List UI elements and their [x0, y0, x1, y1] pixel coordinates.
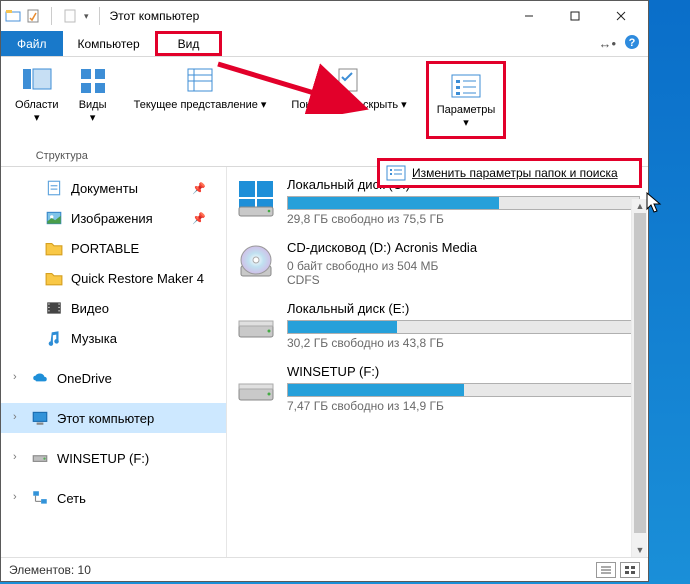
drive-name: WINSETUP (F:): [287, 364, 640, 379]
pin-ribbon-icon[interactable]: ↔•: [598, 36, 616, 51]
tree-images[interactable]: Изображения📌: [1, 203, 226, 233]
menu-view[interactable]: Вид: [155, 31, 223, 56]
tree-video[interactable]: Видео: [1, 293, 226, 323]
separator: [51, 7, 52, 25]
statusbar: Элементов: 10: [1, 557, 648, 581]
status-elements: Элементов: 10: [9, 563, 91, 577]
music-icon: [45, 329, 63, 347]
hdd-icon: [235, 177, 277, 219]
window-title: Этот компьютер: [110, 9, 200, 23]
options-dropdown-label: Изменить параметры папок и поиска: [412, 166, 618, 180]
tree-qrm[interactable]: Quick Restore Maker 4: [1, 263, 226, 293]
ribbon-options[interactable]: Параметры▾: [431, 66, 502, 134]
properties-icon[interactable]: [25, 8, 41, 24]
qat-dropdown-icon[interactable]: ▾: [84, 11, 89, 22]
menu-right-controls: ↔• ?: [598, 31, 648, 56]
onedrive-icon: [31, 369, 49, 387]
drive-free-text: 7,47 ГБ свободно из 14,9 ГБ: [287, 399, 640, 413]
drive-usage-bar: [287, 320, 640, 334]
drive-e[interactable]: Локальный диск (E:) 30,2 ГБ свободно из …: [235, 301, 640, 350]
tree-portable[interactable]: PORTABLE: [1, 233, 226, 263]
menubar: Файл Компьютер Вид ↔• ?: [1, 31, 648, 57]
drive-f[interactable]: WINSETUP (F:) 7,47 ГБ свободно из 14,9 Г…: [235, 364, 640, 413]
chevron-right-icon[interactable]: ›: [13, 451, 17, 463]
details-view-icon[interactable]: [596, 562, 616, 578]
chevron-right-icon[interactable]: ›: [13, 371, 17, 383]
titlebar: ▾ Этот компьютер: [1, 1, 648, 31]
video-icon: [45, 299, 63, 317]
chevron-right-icon[interactable]: ›: [13, 491, 17, 503]
hdd-icon: [235, 301, 277, 343]
drive-fs-text: CDFS: [287, 273, 640, 287]
tree-music[interactable]: Музыка: [1, 323, 226, 353]
help-icon[interactable]: ?: [624, 34, 640, 53]
close-button[interactable]: [598, 2, 644, 30]
network-icon: [31, 489, 49, 507]
tree-onedrive[interactable]: › OneDrive: [1, 363, 226, 393]
drive-icon: [31, 449, 49, 467]
drive-usage-bar: [287, 196, 640, 210]
body-area: Документы📌 Изображения📌 PORTABLE Quick R…: [1, 167, 648, 557]
current-view-icon: [184, 65, 216, 97]
separator: [99, 7, 100, 25]
tree-documents[interactable]: Документы📌: [1, 173, 226, 203]
images-icon: [45, 209, 63, 227]
ribbon-group-structure: Структура: [9, 150, 115, 166]
pin-icon: 📌: [192, 182, 206, 195]
cd-icon: [235, 240, 277, 282]
drive-d[interactable]: CD-дисковод (D:) Acronis Media 0 байт св…: [235, 240, 640, 287]
tree-network[interactable]: › Сеть: [1, 483, 226, 513]
thispc-icon: [31, 409, 49, 427]
folder-small-icon: [62, 8, 78, 24]
content-scrollbar[interactable]: ▲ ▼: [631, 199, 647, 557]
tree-thispc[interactable]: › Этот компьютер: [1, 403, 226, 433]
views-icon: [77, 65, 109, 97]
show-hide-icon: [333, 65, 365, 97]
ribbon-current-view[interactable]: Текущее представление ▾: [128, 61, 273, 116]
ribbon-show-hide[interactable]: Показать или скрыть ▾: [285, 61, 412, 116]
drive-usage-bar: [287, 383, 640, 397]
drive-name: CD-дисковод (D:) Acronis Media: [287, 240, 640, 255]
status-view-icons: [596, 562, 640, 578]
tree-winsetup[interactable]: › WINSETUP (F:): [1, 443, 226, 473]
nav-tree: Документы📌 Изображения📌 PORTABLE Quick R…: [1, 167, 227, 557]
minimize-button[interactable]: [506, 2, 552, 30]
content-pane: Локальный диск (C:) 29,8 ГБ свободно из …: [227, 167, 648, 557]
chevron-right-icon[interactable]: ›: [13, 411, 17, 423]
drive-name: Локальный диск (E:): [287, 301, 640, 316]
app-icon: [5, 8, 21, 24]
quick-access-toolbar: ▾: [5, 7, 106, 25]
large-icons-view-icon[interactable]: [620, 562, 640, 578]
ribbon-panes[interactable]: Области▾: [9, 61, 65, 129]
pin-icon: 📌: [192, 212, 206, 225]
drive-free-text: 0 байт свободно из 504 МБ: [287, 259, 640, 273]
maximize-button[interactable]: [552, 2, 598, 30]
explorer-window: ▾ Этот компьютер Файл Компьютер Вид ↔• ?: [0, 0, 649, 582]
menu-file[interactable]: Файл: [1, 31, 63, 56]
folder-icon: [45, 269, 63, 287]
drive-free-text: 29,8 ГБ свободно из 75,5 ГБ: [287, 212, 640, 226]
panes-icon: [21, 65, 53, 97]
svg-text:?: ?: [629, 37, 636, 49]
menu-computer[interactable]: Компьютер: [63, 31, 155, 56]
hdd-icon: [235, 364, 277, 406]
folder-icon: [45, 239, 63, 257]
options-icon: [450, 70, 482, 102]
options-small-icon: [386, 165, 406, 181]
documents-icon: [45, 179, 63, 197]
window-controls: [506, 2, 644, 30]
drive-free-text: 30,2 ГБ свободно из 43,8 ГБ: [287, 336, 640, 350]
ribbon: Области▾ Виды▾ Структура Текущее предс: [1, 57, 648, 167]
options-dropdown-item[interactable]: Изменить параметры папок и поиска: [377, 158, 642, 188]
ribbon-views[interactable]: Виды▾: [71, 61, 115, 129]
